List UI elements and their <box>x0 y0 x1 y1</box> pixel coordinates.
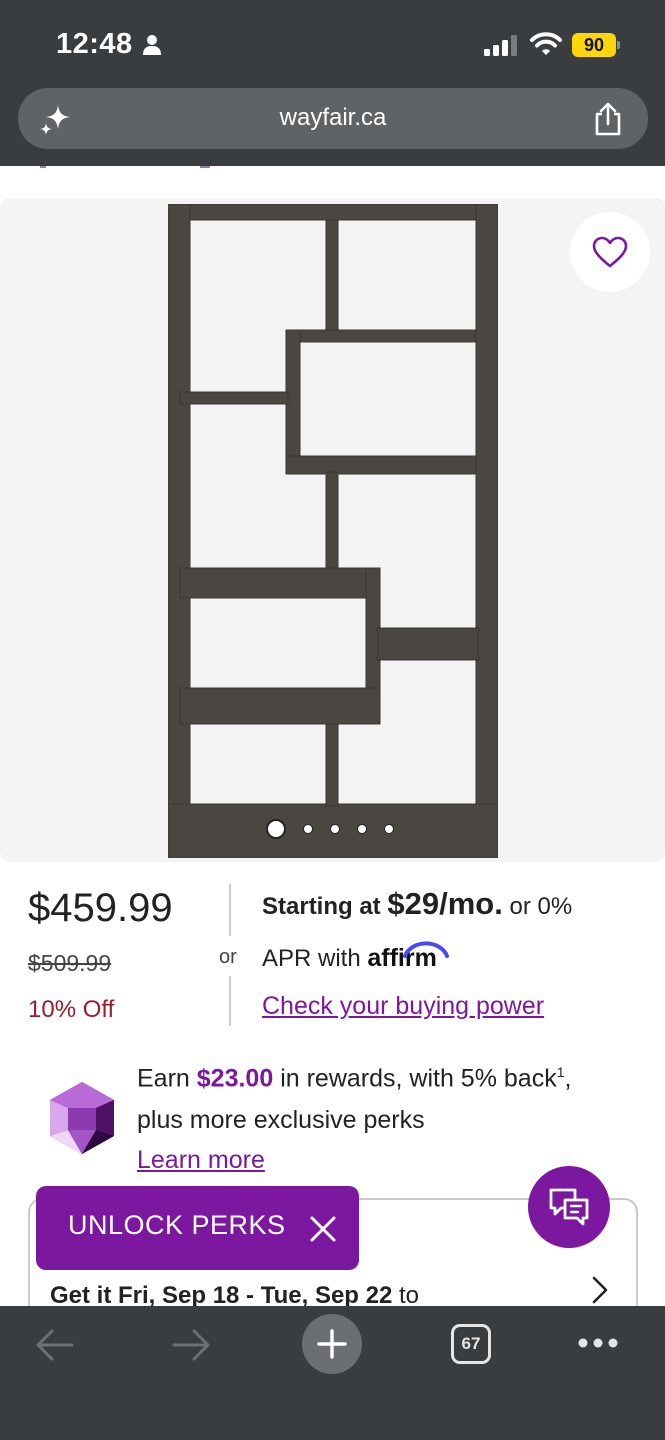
share-icon[interactable] <box>592 102 624 136</box>
chat-bubbles-icon <box>549 1188 589 1226</box>
close-icon[interactable] <box>308 1214 338 1244</box>
carousel-dot-5[interactable] <box>384 824 394 834</box>
tabs-button[interactable]: 67 <box>451 1324 491 1364</box>
carousel-dots[interactable] <box>266 818 411 840</box>
affirm-logo: affirm <box>367 941 450 973</box>
discount-label: 10% Off <box>28 996 115 1023</box>
rewards-perks-text: plus more exclusive perks <box>137 1106 425 1134</box>
unlock-perks-label[interactable]: UNLOCK PERKS <box>68 1210 286 1241</box>
battery-level: 90 <box>572 33 616 57</box>
rewards-gem-icon <box>50 1082 114 1154</box>
financing-offer: Starting at $29/mo. or 0% <box>262 886 572 922</box>
carousel-dot-1[interactable] <box>266 819 286 839</box>
or-label: or <box>219 946 237 968</box>
more-icon[interactable] <box>578 1336 618 1350</box>
person-icon <box>143 35 161 55</box>
financing-prefix: Starting at <box>262 893 381 920</box>
rewards-earn-suffix: in rewards, with 5% back <box>280 1064 557 1093</box>
bookcase-image <box>168 204 498 858</box>
browser-top-chrome: 12:48 90 wayfair.ca <box>0 0 665 166</box>
product-image-carousel[interactable] <box>0 198 665 862</box>
divider <box>229 976 231 1026</box>
heart-icon <box>592 236 628 268</box>
delivery-suffix: to <box>399 1282 420 1309</box>
price: $459.99 <box>28 886 173 930</box>
carousel-dot-4[interactable] <box>357 824 367 834</box>
chevron-right-icon[interactable] <box>590 1274 610 1306</box>
cellular-signal-icon <box>484 35 517 56</box>
rewards-footnote-mark: 1 <box>556 1064 565 1080</box>
favorite-button[interactable] <box>570 212 650 292</box>
divider <box>229 884 231 936</box>
affirm-arc-icon <box>403 941 450 958</box>
browser-bottom-toolbar: 67 <box>0 1306 665 1440</box>
chat-button[interactable] <box>528 1166 610 1248</box>
delivery-dates: Get it Fri, Sep 18 - Tue, Sep 22 <box>50 1282 393 1309</box>
back-icon[interactable] <box>34 1328 74 1362</box>
financing-apr: APR with affirm <box>262 941 450 973</box>
was-price: $509.99 <box>28 950 112 976</box>
financing-amount: $29/mo. <box>387 886 503 921</box>
address-bar[interactable]: wayfair.ca <box>18 88 648 149</box>
url-text[interactable]: wayfair.ca <box>18 104 648 132</box>
rewards-earn-text: Earn $23.00 in rewards, with 5% back1, <box>137 1064 571 1093</box>
rewards-amount: $23.00 <box>196 1064 274 1093</box>
rewards-earn-prefix: Earn <box>137 1064 190 1093</box>
rewards-earn-end: , <box>564 1064 572 1093</box>
learn-more-link[interactable]: Learn more <box>137 1146 265 1175</box>
carousel-dot-3[interactable] <box>330 824 340 834</box>
wifi-icon <box>530 32 562 55</box>
plus-icon <box>317 1329 347 1359</box>
new-tab-button[interactable] <box>302 1314 362 1374</box>
forward-icon[interactable] <box>172 1328 212 1362</box>
carousel-dot-2[interactable] <box>303 824 313 834</box>
battery-indicator: 90 <box>572 33 620 57</box>
financing-suffix: or 0% <box>509 893 573 920</box>
unlock-perks-banner[interactable]: UNLOCK PERKS <box>36 1186 359 1270</box>
battery-nub <box>617 41 620 49</box>
status-time: 12:48 <box>56 28 133 60</box>
buying-power-link[interactable]: Check your buying power <box>262 992 544 1021</box>
apr-text: APR with <box>262 945 361 972</box>
clipped-content-peek <box>40 166 210 168</box>
